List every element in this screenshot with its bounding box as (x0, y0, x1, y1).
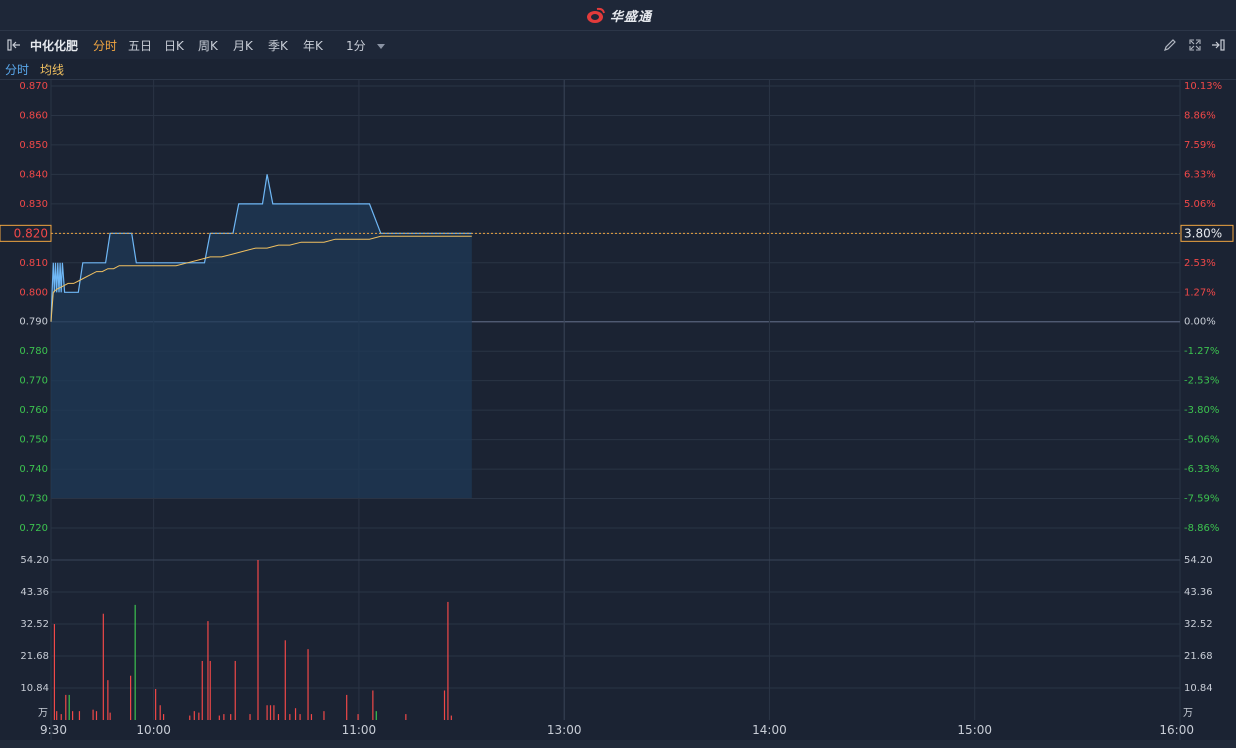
price-tick-label: 0.780 (19, 346, 48, 357)
price-tick-label: 0.730 (19, 494, 48, 505)
price-tick-label: 0.860 (19, 110, 48, 121)
tab-weekly-k[interactable]: 周K (198, 37, 218, 54)
time-tick-label: 13:00 (547, 723, 582, 737)
volume-tick-label: 21.68 (20, 651, 49, 662)
pct-tick-label: -8.86% (1184, 523, 1219, 534)
price-tick-label: 0.720 (19, 523, 48, 534)
price-tick-label: 0.790 (19, 317, 48, 328)
volume-tick-label: 32.52 (20, 619, 49, 630)
tab-quarterly-k[interactable]: 季K (268, 37, 288, 54)
legend-price: 分时 (5, 63, 30, 77)
current-pct-label: 3.80% (1184, 226, 1222, 240)
time-tick-label: 11:00 (342, 723, 377, 737)
pen-icon[interactable] (1162, 37, 1178, 53)
pct-tick-label: 2.53% (1184, 258, 1216, 269)
time-tick-label: 10:00 (136, 723, 171, 737)
volume-tick-label: 54.20 (20, 555, 49, 566)
brand-name: 华盛通 (610, 9, 653, 25)
volume-tick-label: 10.84 (20, 683, 49, 694)
tab-intraday[interactable]: 分时 (93, 37, 117, 54)
volume-tick-label-right: 21.68 (1184, 651, 1213, 662)
volume-tick-label: 43.36 (20, 587, 49, 598)
pct-tick-label: 7.59% (1184, 140, 1216, 151)
brand: 华盛通 (586, 5, 652, 25)
time-tick-label: 15:00 (957, 723, 992, 737)
price-tick-label: 0.740 (19, 464, 48, 475)
pct-tick-label: -2.53% (1184, 376, 1219, 387)
time-tick-label: 14:00 (752, 723, 787, 737)
pct-tick-label: -5.06% (1184, 435, 1219, 446)
bottom-strip (0, 740, 1236, 748)
price-tick-label: 0.750 (19, 435, 48, 446)
price-tick-label: 0.870 (19, 81, 48, 92)
volume-unit-label: 万 (38, 708, 48, 719)
tab-daily-k[interactable]: 日K (164, 37, 184, 54)
time-tick-label: 9:30 (40, 723, 67, 737)
legend-avg: 均线 (40, 63, 65, 77)
pct-tick-label: 1.27% (1184, 287, 1216, 298)
volume-tick-label-right: 32.52 (1184, 619, 1213, 630)
pct-tick-label: -3.80% (1184, 405, 1219, 416)
pct-tick-label: -1.27% (1184, 346, 1219, 357)
pct-tick-label: 0.00% (1184, 317, 1216, 328)
collapse-right-icon[interactable] (1210, 37, 1226, 53)
brand-logo-icon (587, 7, 605, 23)
volume-tick-label-right: 10.84 (1184, 683, 1213, 694)
tab-yearly-k[interactable]: 年K (303, 37, 323, 54)
current-price-label: 0.820 (14, 226, 48, 240)
volume-tick-label-right: 54.20 (1184, 555, 1213, 566)
pct-tick-label: -7.59% (1184, 494, 1219, 505)
pct-tick-label: -6.33% (1184, 464, 1219, 475)
price-tick-label: 0.800 (19, 287, 48, 298)
title-bar: 华盛通 (0, 0, 1236, 31)
price-tick-label: 0.840 (19, 169, 48, 180)
chevron-down-icon (377, 44, 386, 49)
intraday-chart[interactable]: 0.870 10.13% 0.860 8.86% 0.850 7.59% 0.840 6.33… (0, 79, 1236, 740)
price-tick-label: 0.770 (19, 376, 48, 387)
pct-tick-label: 10.13% (1184, 81, 1222, 92)
expand-icon[interactable] (1187, 37, 1203, 53)
tab-five-day[interactable]: 五日 (128, 37, 152, 54)
volume-unit-label-right: 万 (1183, 708, 1193, 719)
price-tick-label: 0.830 (19, 199, 48, 210)
interval-value: 1分 (346, 39, 366, 53)
price-area-fill (51, 174, 472, 498)
toolbar: 中化化肥 分时 五日 日K 周K 月K 季K 年K 1分 (0, 31, 1236, 60)
volume-tick-label-right: 43.36 (1184, 587, 1213, 598)
legend-bar: 分时 均线 (0, 59, 1236, 80)
tab-monthly-k[interactable]: 月K (233, 37, 253, 54)
stock-name[interactable]: 中化化肥 (30, 37, 78, 54)
price-tick-label: 0.810 (19, 258, 48, 269)
pct-tick-label: 6.33% (1184, 169, 1216, 180)
pct-tick-label: 5.06% (1184, 199, 1216, 210)
price-tick-label: 0.760 (19, 405, 48, 416)
collapse-left-icon[interactable] (6, 37, 22, 53)
time-tick-label: 16:00 (1159, 723, 1194, 737)
interval-select[interactable]: 1分 (346, 37, 386, 54)
price-tick-label: 0.850 (19, 140, 48, 151)
pct-tick-label: 8.86% (1184, 110, 1216, 121)
